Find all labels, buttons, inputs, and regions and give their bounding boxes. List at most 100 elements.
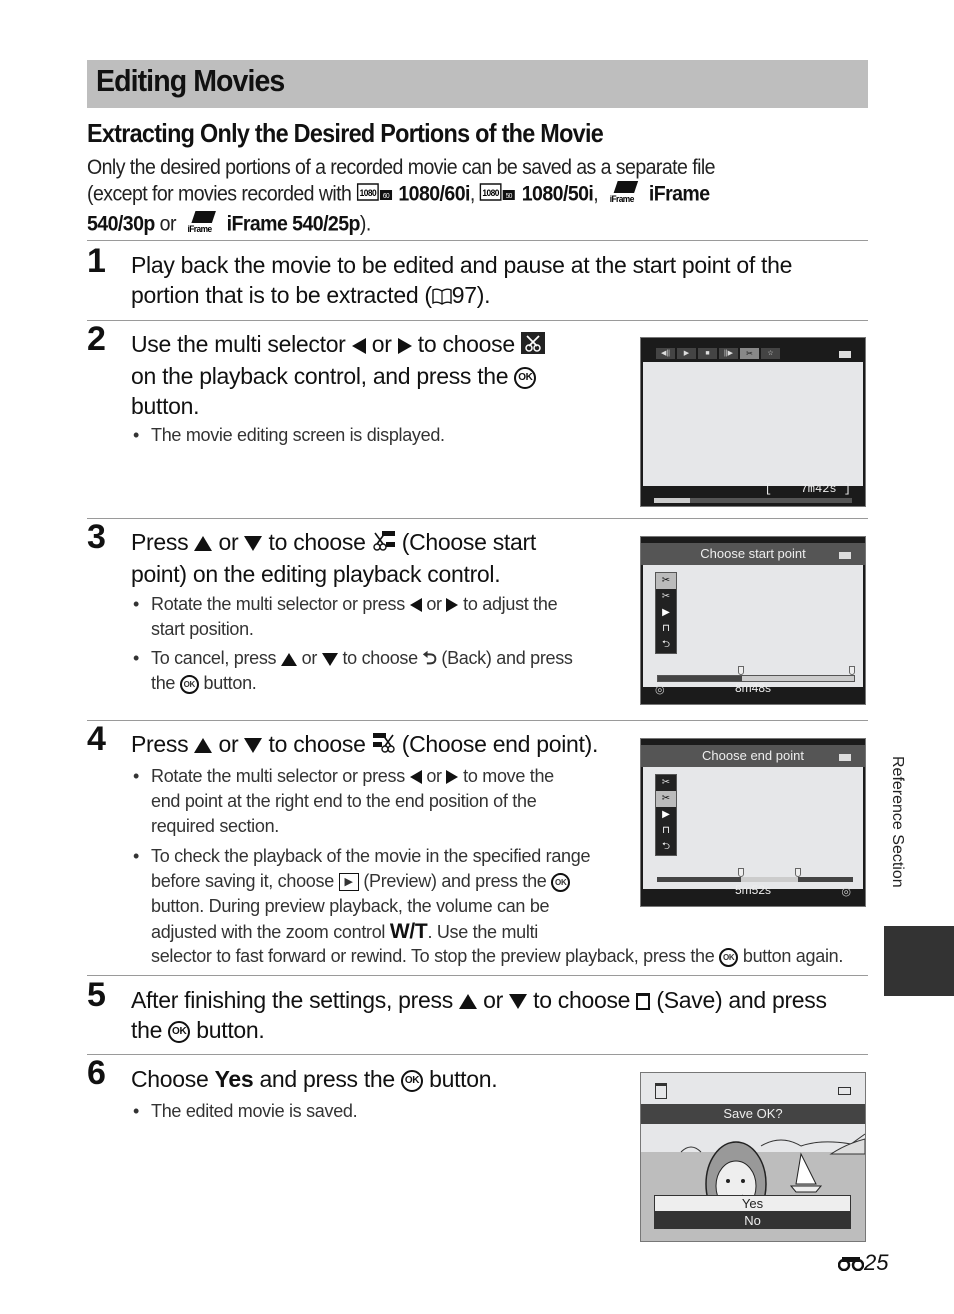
page-number: 25 [837,1250,888,1277]
ok-button-icon: OK [551,872,571,892]
svg-text:iFrame: iFrame [187,224,212,234]
right-arrow-icon [446,770,459,785]
elapsed-time: 8m48s [734,681,772,695]
divider [87,720,868,721]
bullet-item: • Rotate the multi selector or press or … [133,766,554,836]
section-side-label: Reference Section [889,756,906,888]
end-marker[interactable] [795,868,802,877]
choose-end-point-icon[interactable]: ✂ [656,589,676,605]
left-arrow-icon [351,337,366,354]
camera-screen-save: Save OK? Yes No [640,1072,866,1242]
choose-start-point-icon [372,529,396,559]
screen-header: Save OK? [641,1104,865,1124]
step-number: 3 [87,518,106,556]
subsection-title: Extracting Only the Desired Portions of … [87,118,604,148]
frame-back-icon: ◀|| [656,348,675,359]
back-icon[interactable]: ⮌ [656,839,676,855]
down-arrow-icon [244,738,263,754]
up-arrow-icon [458,994,477,1010]
camera-screen-playback: ◀|| ▶ ■ ||▶ ✂ ☆ [ 7m42s ] [640,337,866,507]
step-5-text: After finishing the settings, press or t… [131,987,827,1043]
zoom-control-label: W/T [389,920,428,943]
save-icon[interactable]: ⊓ [656,621,676,637]
back-icon: ⮌ [422,648,437,668]
intro-line-3: 540/30p or iFrame iFrame 540/25p). [87,210,831,240]
ok-button-icon: OK [719,947,739,967]
camera-screen-end-point: Choose end point ✂ ✂ ▶ ⊓ ⮌ ◎ 5m52s [640,738,866,907]
back-icon[interactable]: ⮌ [656,637,676,653]
svg-text:1080: 1080 [359,188,376,198]
section-tab-marker [884,926,954,996]
down-arrow-icon [321,652,338,666]
screen-header: Choose start point [641,543,865,565]
edit-scissors-icon: ✂ [740,348,759,359]
divider [87,1054,868,1055]
bullet-continuation: selector to fast forward or rewind. To s… [151,946,844,967]
step-number: 5 [87,976,106,1014]
battery-icon [839,351,851,358]
down-arrow-icon [244,536,263,552]
screen-header: Choose end point [641,745,865,767]
choose-start-point-icon[interactable]: ✂ [656,573,676,589]
edit-scissors-icon [520,331,545,361]
save-icon[interactable]: ⊓ [656,823,676,839]
choose-end-point-icon[interactable]: ✂ [656,791,676,807]
ok-button-icon: OK [168,1020,191,1043]
intro-line-1: Only the desired portions of a recorded … [87,156,716,179]
preview-icon[interactable]: ▶ [656,807,676,823]
divider [87,240,868,241]
step-4-text: Press or to choose (Choose end point). [131,729,631,761]
trim-bar-selected [741,877,799,882]
left-arrow-icon [409,770,422,785]
step-number: 1 [87,242,106,280]
bullet-item: • Rotate the multi selector or press or … [133,594,558,639]
movie-1080-60i-icon: 1080 60 [356,182,393,208]
elapsed-time: [ 7m42s ] [764,482,851,496]
divider [87,518,868,519]
up-arrow-icon [194,536,213,552]
dialog-option-no[interactable]: No [654,1212,851,1229]
playback-progress-bar [654,498,852,503]
left-arrow-icon [409,598,422,613]
iframe-icon: iFrame [181,210,222,240]
video-frame [643,362,863,486]
right-arrow-icon [446,598,459,613]
choose-end-point-icon [372,731,396,761]
up-arrow-icon [194,738,213,754]
preview-icon: ▶ [338,873,359,892]
iframe-icon: iFrame [603,180,644,210]
battery-icon [839,754,851,761]
end-marker[interactable] [849,666,855,675]
choose-start-point-icon[interactable]: ✂ [656,775,676,791]
elapsed-time: 5m52s [734,883,772,897]
camera-screen-start-point: Choose start point ✂ ✂ ▶ ⊓ ⮌ ◎ 8m48s [640,536,866,705]
playback-control-bar: ◀|| ▶ ■ ||▶ ✂ ☆ [656,348,780,359]
book-reference-icon [432,282,452,312]
start-marker[interactable] [738,868,745,877]
playback-progress-fill [654,498,690,503]
step-2-text: Use the multi selector or to choose on t… [131,329,621,421]
binoculars-icon [837,1251,865,1277]
save-icon [636,993,651,1011]
preview-icon[interactable]: ▶ [656,605,676,621]
stop-icon: ■ [698,348,717,359]
step-number: 2 [87,320,106,358]
dialog-option-yes[interactable]: Yes [654,1195,851,1212]
svg-text:1080: 1080 [483,188,500,198]
ok-button-icon: OK [514,366,537,389]
favorite-icon: ☆ [761,348,780,359]
trim-bar [657,877,853,882]
ok-button-icon: OK [401,1069,424,1092]
edit-menu: ✂ ✂ ▶ ⊓ ⮌ [655,572,677,654]
start-marker[interactable] [738,666,745,675]
edit-menu: ✂ ✂ ▶ ⊓ ⮌ [655,774,677,856]
down-arrow-icon [509,994,528,1010]
page-title: Editing Movies [96,63,285,98]
divider [87,975,868,976]
play-icon: ▶ [677,348,696,359]
save-icon [655,1083,667,1099]
section-title-bar: Editing Movies [87,60,868,108]
movie-1080-50i-icon: 1080 50 [479,182,517,208]
step-1-text: Play back the movie to be edited and pau… [131,250,861,312]
battery-icon [839,552,851,559]
